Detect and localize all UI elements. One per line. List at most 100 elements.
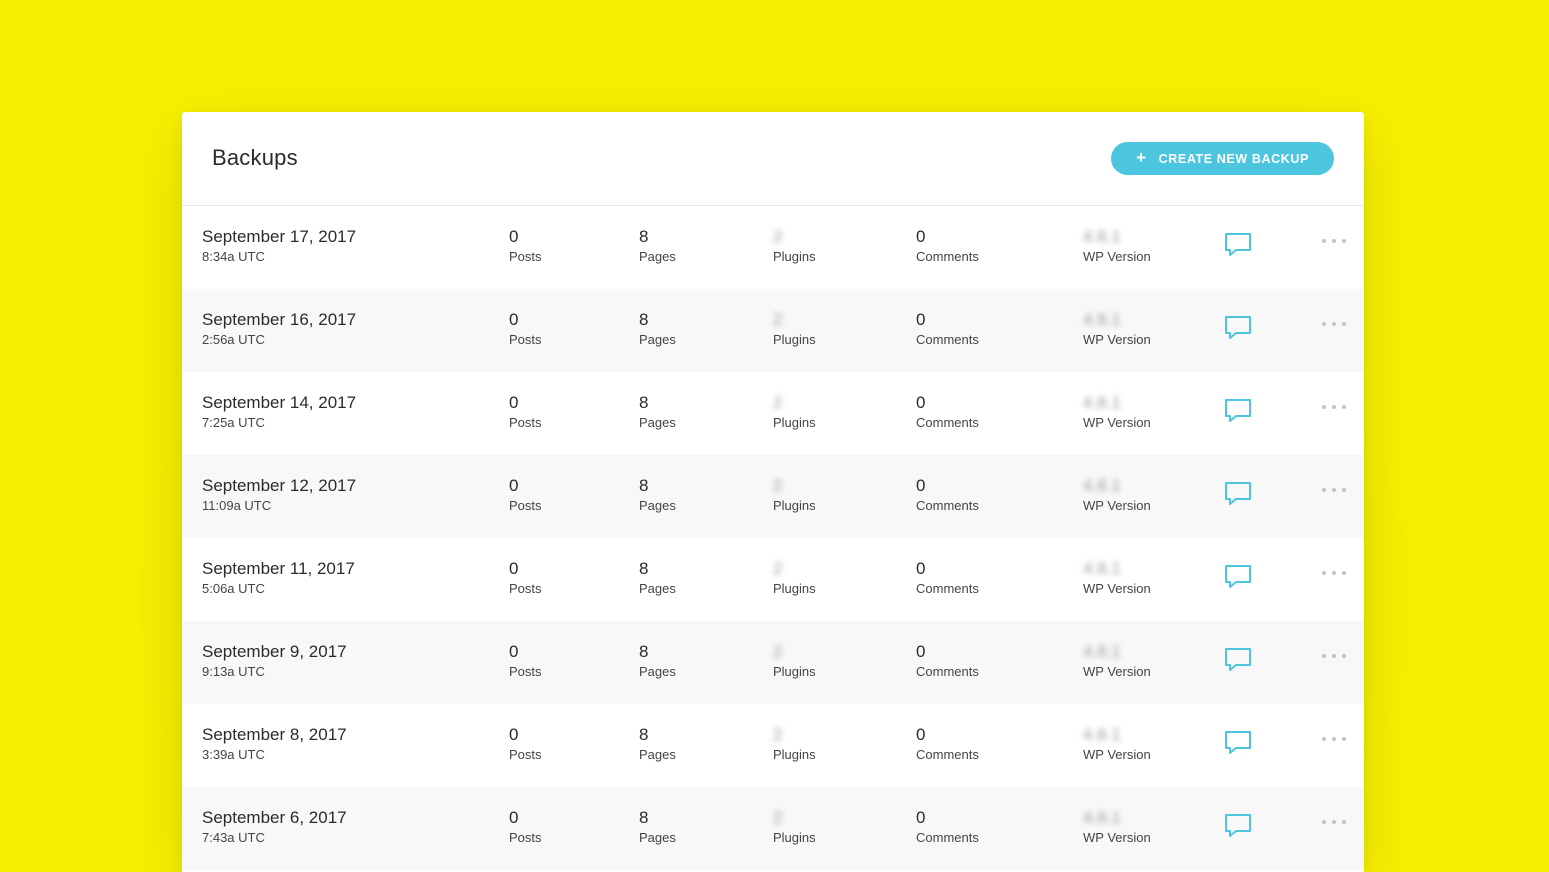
comment-bubble-icon[interactable] [1224,398,1252,424]
plugins-count: 2 [773,393,783,412]
comments-stat: 0 Comments [916,309,979,349]
comment-bubble-icon[interactable] [1224,813,1252,839]
comments-stat: 0 Comments [916,392,979,432]
plugins-stat: 2 Plugins [773,807,816,847]
more-options-icon[interactable] [1322,817,1346,827]
create-new-backup-label: CREATE NEW BACKUP [1158,151,1309,166]
posts-count: 0 [509,642,519,661]
wp-version-value: 4.8.1 [1083,476,1121,495]
plugins-count: 2 [773,476,783,495]
posts-stat: 0 Posts [509,641,542,681]
pages-label: Pages [639,415,676,430]
backup-row[interactable]: September 11, 2017 5:06a UTC 0 Posts 8 P… [182,538,1364,621]
comment-bubble-icon[interactable] [1224,481,1252,507]
plugins-label: Plugins [773,664,816,679]
posts-stat: 0 Posts [509,392,542,432]
plugins-label: Plugins [773,581,816,596]
comment-bubble-icon[interactable] [1224,647,1252,673]
comments-stat: 0 Comments [916,558,979,598]
wp-version-label: WP Version [1083,415,1151,430]
wp-version-value: 4.8.1 [1083,642,1121,661]
pages-label: Pages [639,249,676,264]
backup-row[interactable]: September 6, 2017 7:43a UTC 0 Posts 8 Pa… [182,787,1364,870]
wp-version-value: 4.8.1 [1083,725,1121,744]
comment-bubble-icon[interactable] [1224,232,1252,258]
backups-panel: Backups + CREATE NEW BACKUP September 17… [182,112,1364,872]
pages-count: 8 [639,227,649,246]
plugins-count: 2 [773,310,783,329]
pages-stat: 8 Pages [639,475,676,515]
backup-date-cell: September 9, 2017 9:13a UTC [202,641,347,681]
wp-version-label: WP Version [1083,747,1151,762]
plugins-count: 2 [773,725,783,744]
backup-row[interactable]: September 8, 2017 3:39a UTC 0 Posts 8 Pa… [182,704,1364,787]
posts-count: 0 [509,476,519,495]
plugins-count: 2 [773,559,783,578]
backup-row[interactable]: September 12, 2017 11:09a UTC 0 Posts 8 … [182,455,1364,538]
backup-date: September 6, 2017 [202,808,347,827]
comment-bubble-icon[interactable] [1224,730,1252,756]
backups-list: September 17, 2017 8:34a UTC 0 Posts 8 P… [182,206,1364,870]
pages-stat: 8 Pages [639,724,676,764]
more-options-icon[interactable] [1322,402,1346,412]
wp-version-label: WP Version [1083,332,1151,347]
plugins-label: Plugins [773,332,816,347]
wp-version-value: 4.8.1 [1083,808,1121,827]
comments-count: 0 [916,725,926,744]
wp-version-stat: 4.8.1 WP Version [1083,641,1151,681]
backup-date-cell: September 16, 2017 2:56a UTC [202,309,356,349]
posts-count: 0 [509,808,519,827]
backup-time: 2:56a UTC [202,332,265,347]
comments-stat: 0 Comments [916,475,979,515]
wp-version-value: 4.8.1 [1083,310,1121,329]
backup-row[interactable]: September 14, 2017 7:25a UTC 0 Posts 8 P… [182,372,1364,455]
backup-date-cell: September 12, 2017 11:09a UTC [202,475,356,515]
backup-row[interactable]: September 9, 2017 9:13a UTC 0 Posts 8 Pa… [182,621,1364,704]
backup-date-cell: September 6, 2017 7:43a UTC [202,807,347,847]
comments-label: Comments [916,415,979,430]
comments-count: 0 [916,808,926,827]
comments-stat: 0 Comments [916,641,979,681]
comments-stat: 0 Comments [916,226,979,266]
backup-date-cell: September 14, 2017 7:25a UTC [202,392,356,432]
posts-label: Posts [509,581,542,596]
backup-time: 9:13a UTC [202,664,265,679]
backup-row[interactable]: September 17, 2017 8:34a UTC 0 Posts 8 P… [182,206,1364,289]
pages-stat: 8 Pages [639,558,676,598]
more-options-icon[interactable] [1322,568,1346,578]
comments-label: Comments [916,664,979,679]
posts-label: Posts [509,332,542,347]
create-new-backup-button[interactable]: + CREATE NEW BACKUP [1111,142,1334,175]
backup-row[interactable]: September 16, 2017 2:56a UTC 0 Posts 8 P… [182,289,1364,372]
pages-stat: 8 Pages [639,226,676,266]
posts-count: 0 [509,725,519,744]
plugins-label: Plugins [773,498,816,513]
wp-version-stat: 4.8.1 WP Version [1083,226,1151,266]
comments-label: Comments [916,830,979,845]
more-options-icon[interactable] [1322,319,1346,329]
more-options-icon[interactable] [1322,485,1346,495]
backup-date: September 14, 2017 [202,393,357,412]
wp-version-stat: 4.8.1 WP Version [1083,392,1151,432]
wp-version-stat: 4.8.1 WP Version [1083,475,1151,515]
more-options-icon[interactable] [1322,651,1346,661]
pages-label: Pages [639,332,676,347]
posts-label: Posts [509,498,542,513]
wp-version-label: WP Version [1083,249,1151,264]
posts-label: Posts [509,664,542,679]
more-options-icon[interactable] [1322,734,1346,744]
more-options-icon[interactable] [1322,236,1346,246]
pages-count: 8 [639,642,649,661]
wp-version-value: 4.8.1 [1083,393,1121,412]
comment-bubble-icon[interactable] [1224,564,1252,590]
backup-date: September 16, 2017 [202,310,357,329]
plugins-label: Plugins [773,747,816,762]
pages-stat: 8 Pages [639,392,676,432]
comments-count: 0 [916,559,926,578]
plugins-count: 2 [773,227,783,246]
posts-stat: 0 Posts [509,309,542,349]
posts-label: Posts [509,747,542,762]
comment-bubble-icon[interactable] [1224,315,1252,341]
posts-count: 0 [509,393,519,412]
wp-version-value: 4.8.1 [1083,559,1121,578]
